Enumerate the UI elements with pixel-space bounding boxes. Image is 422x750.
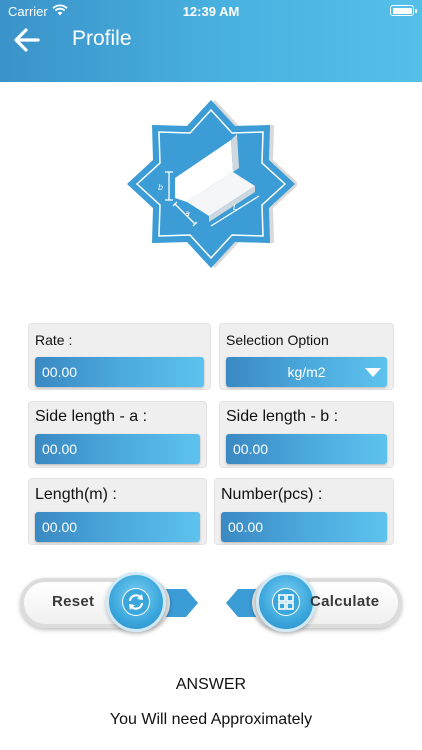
profile-logo-icon: b a L: [125, 98, 299, 270]
reset-button-label: Reset: [52, 593, 95, 610]
status-bar: Carrier 12:39 AM: [0, 0, 422, 22]
reset-icon-circle: [106, 572, 166, 632]
number-card: Number(pcs) : 00.00: [214, 478, 394, 545]
side-a-label: Side length - a :: [35, 408, 148, 425]
rate-card: Rate : 00.00: [28, 323, 211, 390]
page-title: Profile: [72, 27, 132, 50]
calculator-icon: [272, 588, 300, 616]
side-b-label: Side length - b :: [226, 408, 339, 425]
rate-label: Rate :: [35, 332, 73, 348]
selection-value: kg/m2: [287, 364, 326, 380]
calculate-icon-circle: [256, 572, 316, 632]
reset-button[interactable]: Reset: [20, 572, 200, 634]
battery-icon: [390, 5, 417, 16]
chevron-down-icon: [365, 368, 381, 377]
answer-text: You Will need Approximately: [109, 711, 313, 728]
app-header: Carrier 12:39 AM Profile: [0, 0, 422, 82]
length-card: Length(m) : 00.00: [28, 478, 207, 545]
refresh-icon: [122, 588, 150, 616]
svg-text:b: b: [158, 183, 163, 192]
calculate-button[interactable]: Calculate: [224, 572, 404, 634]
number-label: Number(pcs) :: [221, 486, 323, 503]
status-time: 12:39 AM: [182, 4, 240, 19]
back-arrow-icon[interactable]: [12, 26, 42, 54]
selection-label: Selection Option: [226, 332, 329, 348]
answer-title: ANSWER: [175, 676, 247, 693]
length-input[interactable]: 00.00: [35, 512, 200, 542]
side-a-input[interactable]: 00.00: [35, 434, 200, 464]
length-label: Length(m) :: [35, 486, 117, 503]
svg-text:a: a: [185, 209, 190, 218]
side-a-card: Side length - a : 00.00: [28, 401, 207, 468]
selection-card: Selection Option kg/m2: [219, 323, 394, 390]
side-b-input[interactable]: 00.00: [226, 434, 387, 464]
selection-dropdown[interactable]: kg/m2: [226, 357, 387, 387]
calculate-button-label: Calculate: [310, 593, 380, 610]
number-input[interactable]: 00.00: [221, 512, 387, 542]
svg-text:L: L: [233, 203, 237, 212]
side-b-card: Side length - b : 00.00: [219, 401, 394, 468]
rate-input[interactable]: 00.00: [35, 357, 204, 387]
